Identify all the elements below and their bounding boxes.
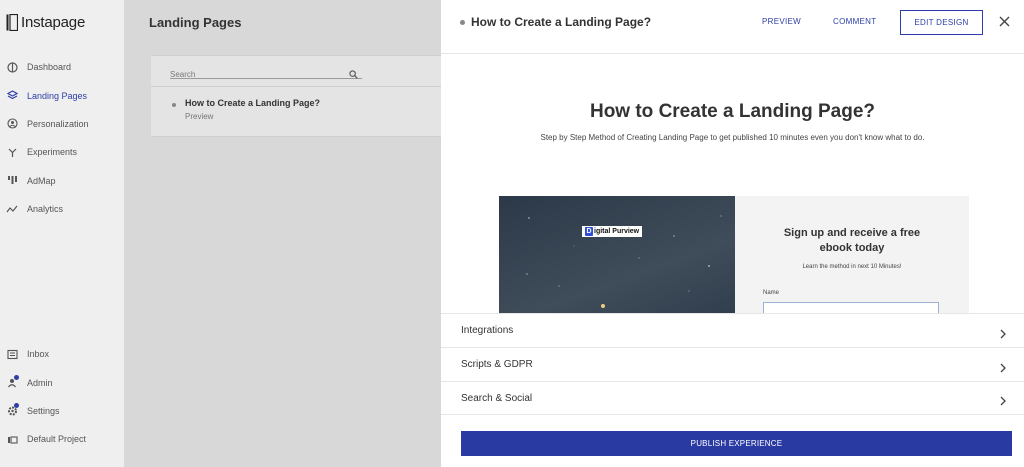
bottom-nav: Inbox Admin Settings Default Project (0, 340, 124, 454)
sidebar-item-personalization[interactable]: Personalization (0, 110, 124, 138)
section-integrations[interactable]: Integrations (441, 313, 1024, 347)
sidebar-item-label: Settings (27, 405, 60, 416)
list-footer (151, 136, 441, 145)
inbox-icon (6, 348, 18, 360)
publish-experience-button[interactable]: PUBLISH EXPERIENCE (461, 431, 1012, 456)
list-item[interactable]: How to Create a Landing Page? Preview (151, 87, 441, 136)
list-item-subtitle: Preview (185, 112, 214, 121)
brand-letter: D (585, 227, 593, 236)
sidebar-item-label: Default Project (27, 434, 87, 445)
chevron-right-icon (999, 360, 1007, 372)
landing-pages-panel: Landing Pages How to Create a Landing Pa… (124, 0, 441, 467)
sidebar-item-label: Landing Pages (27, 90, 88, 101)
section-label: Search & Social (461, 392, 533, 404)
brand-logo: D igital Purview (582, 226, 643, 237)
section-label: Scripts & GDPR (461, 359, 533, 370)
chevron-right-icon (999, 393, 1007, 406)
search-icon[interactable] (349, 66, 358, 79)
panel-title: How to Create a Landing Page? (471, 15, 652, 29)
main-nav: Dashboard Landing Pages Personalization … (0, 53, 124, 223)
list-item-title: How to Create a Landing Page? (185, 98, 321, 108)
edit-design-button[interactable]: EDIT DESIGN (900, 10, 983, 35)
page-detail-panel: How to Create a Landing Page? PREVIEW CO… (441, 0, 1024, 467)
page-preview: How to Create a Landing Page? Step by St… (441, 55, 1024, 313)
section-label: Integrations (461, 325, 514, 336)
name-label: Name (763, 290, 780, 296)
hero-image: D igital Purview (499, 196, 735, 313)
settings-icon (6, 402, 19, 417)
bullet-icon (172, 103, 176, 107)
app-logo[interactable]: Instapage (6, 12, 85, 32)
sidebar-item-admin[interactable]: Admin (0, 368, 124, 396)
close-icon[interactable] (998, 15, 1011, 28)
preview-hero: D igital Purview Sign up and receive a f… (499, 196, 969, 313)
brand-text: igital Purview (594, 228, 640, 235)
form-heading: Sign up and receive a free ebook today (735, 226, 969, 256)
personalization-icon (6, 118, 18, 130)
preview-subheading: Step by Step Method of Creating Landing … (540, 133, 925, 142)
sidebar-item-analytics[interactable]: Analytics (0, 195, 124, 223)
panel-header: How to Create a Landing Page? PREVIEW CO… (441, 0, 1024, 54)
sidebar-item-label: Dashboard (27, 62, 72, 73)
analytics-icon (6, 203, 18, 215)
sidebar-item-label: Inbox (27, 349, 50, 360)
signup-form: Sign up and receive a free ebook today L… (735, 196, 969, 313)
preview-heading: How to Create a Landing Page? (589, 101, 876, 122)
sidebar-item-experiments[interactable]: Experiments (0, 138, 124, 166)
form-subheading: Learn the method in next 10 Minutes! (802, 264, 902, 270)
form-heading-line-1: Sign up and receive a free (783, 227, 921, 239)
page-title: Landing Pages (149, 15, 242, 30)
dashboard-icon (6, 61, 18, 73)
form-heading-line-2: ebook today (819, 242, 885, 254)
notification-dot (14, 402, 19, 408)
preview-button[interactable]: PREVIEW (762, 17, 801, 26)
sidebar: Instapage Dashboard Landing Pages Person… (0, 0, 124, 467)
bullet-icon (460, 20, 465, 25)
sidebar-item-inbox[interactable]: Inbox (0, 340, 124, 368)
sidebar-item-label: Analytics (27, 204, 64, 215)
comment-button[interactable]: COMMENT (833, 17, 876, 26)
admin-icon (6, 374, 19, 389)
sidebar-item-label: AdMap (27, 175, 56, 186)
layers-icon (6, 90, 18, 102)
search-box (170, 64, 362, 81)
chevron-right-icon (999, 326, 1007, 338)
sidebar-item-label: Personalization (27, 118, 89, 129)
search-input[interactable] (170, 68, 340, 81)
sidebar-item-label: Admin (27, 377, 53, 388)
pages-list: How to Create a Landing Page? Preview (151, 55, 441, 145)
admap-icon (6, 175, 18, 187)
sidebar-item-settings[interactable]: Settings (0, 397, 124, 425)
section-scripts-gdpr[interactable]: Scripts & GDPR (441, 347, 1024, 381)
section-search-social[interactable]: Search & Social (441, 381, 1024, 415)
sidebar-item-admap[interactable]: AdMap (0, 167, 124, 195)
app-name: Instapage (21, 13, 86, 31)
name-field[interactable] (763, 302, 939, 313)
sidebar-item-default-project[interactable]: Default Project (0, 425, 124, 453)
project-icon (6, 433, 18, 445)
sidebar-item-landing-pages[interactable]: Landing Pages (0, 81, 124, 109)
sidebar-item-label: Experiments (27, 147, 78, 158)
sidebar-item-dashboard[interactable]: Dashboard (0, 53, 124, 81)
notification-dot (14, 374, 19, 380)
instapage-logo-icon (6, 13, 18, 31)
starfield-image (526, 215, 722, 308)
experiments-icon (6, 146, 18, 158)
